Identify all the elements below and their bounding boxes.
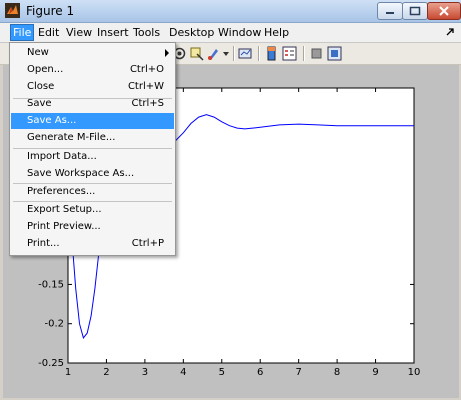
menu-item-shortcut: Ctrl+W xyxy=(127,81,164,92)
menu-item-open[interactable]: Open... Ctrl+O xyxy=(11,62,174,78)
x-tick-label: 6 xyxy=(257,367,263,378)
menu-item-label: Print Preview... xyxy=(27,221,101,232)
menu-item-shortcut: Ctrl+S xyxy=(131,98,164,109)
figure-window: Figure 1 File Edit View Insert Tools Des… xyxy=(0,0,461,400)
menu-item-label: Open... xyxy=(27,64,64,75)
x-tick-label: 10 xyxy=(408,367,421,378)
menu-item-save-as[interactable]: Save As... xyxy=(11,113,174,129)
menu-item-print-preview[interactable]: Print Preview... xyxy=(11,219,174,235)
menu-item-export-setup[interactable]: Export Setup... xyxy=(11,202,174,218)
menu-item-close[interactable]: Close Ctrl+W xyxy=(11,79,174,95)
y-tick-label: -0.25 xyxy=(38,358,64,369)
menu-item-label: Print... xyxy=(27,238,60,249)
x-tick-label: 7 xyxy=(295,367,301,378)
menu-item-label: Save As... xyxy=(27,115,77,126)
menu-item-shortcut: Ctrl+O xyxy=(129,64,164,75)
menu-item-new[interactable]: New xyxy=(11,45,174,61)
menu-item-preferences[interactable]: Preferences... xyxy=(11,184,174,200)
x-tick-label: 3 xyxy=(142,367,148,378)
x-tick-label: 4 xyxy=(180,367,186,378)
menu-item-label: Generate M-File... xyxy=(27,132,116,143)
x-tick-label: 9 xyxy=(372,367,378,378)
y-tick-label: -0.15 xyxy=(38,279,64,290)
menu-item-generate-m-file[interactable]: Generate M-File... xyxy=(11,130,174,146)
menu-item-print[interactable]: Print... Ctrl+P xyxy=(11,236,174,252)
menu-item-import-data[interactable]: Import Data... xyxy=(11,149,174,165)
x-tick-label: 8 xyxy=(334,367,340,378)
menu-item-label: Save Workspace As... xyxy=(27,168,135,179)
menu-item-label: Preferences... xyxy=(27,186,96,197)
x-tick-label: 1 xyxy=(65,367,71,378)
menu-item-save-workspace-as[interactable]: Save Workspace As... xyxy=(11,166,174,182)
submenu-arrow-icon xyxy=(165,49,169,57)
menu-item-label: Export Setup... xyxy=(27,204,102,215)
y-tick-label: -0.2 xyxy=(44,319,64,330)
menu-item-label: Save xyxy=(27,98,52,109)
menu-item-save[interactable]: Save Ctrl+S xyxy=(11,96,174,112)
x-tick-label: 2 xyxy=(103,367,109,378)
menu-item-label: Import Data... xyxy=(27,151,97,162)
menu-item-label: Close xyxy=(27,81,55,92)
menu-item-label: New xyxy=(27,47,49,58)
file-menu-dropdown: New Open... Ctrl+O Close Ctrl+W Save Ctr… xyxy=(9,42,176,256)
x-tick-label: 5 xyxy=(219,367,225,378)
menu-item-shortcut: Ctrl+P xyxy=(131,238,164,249)
